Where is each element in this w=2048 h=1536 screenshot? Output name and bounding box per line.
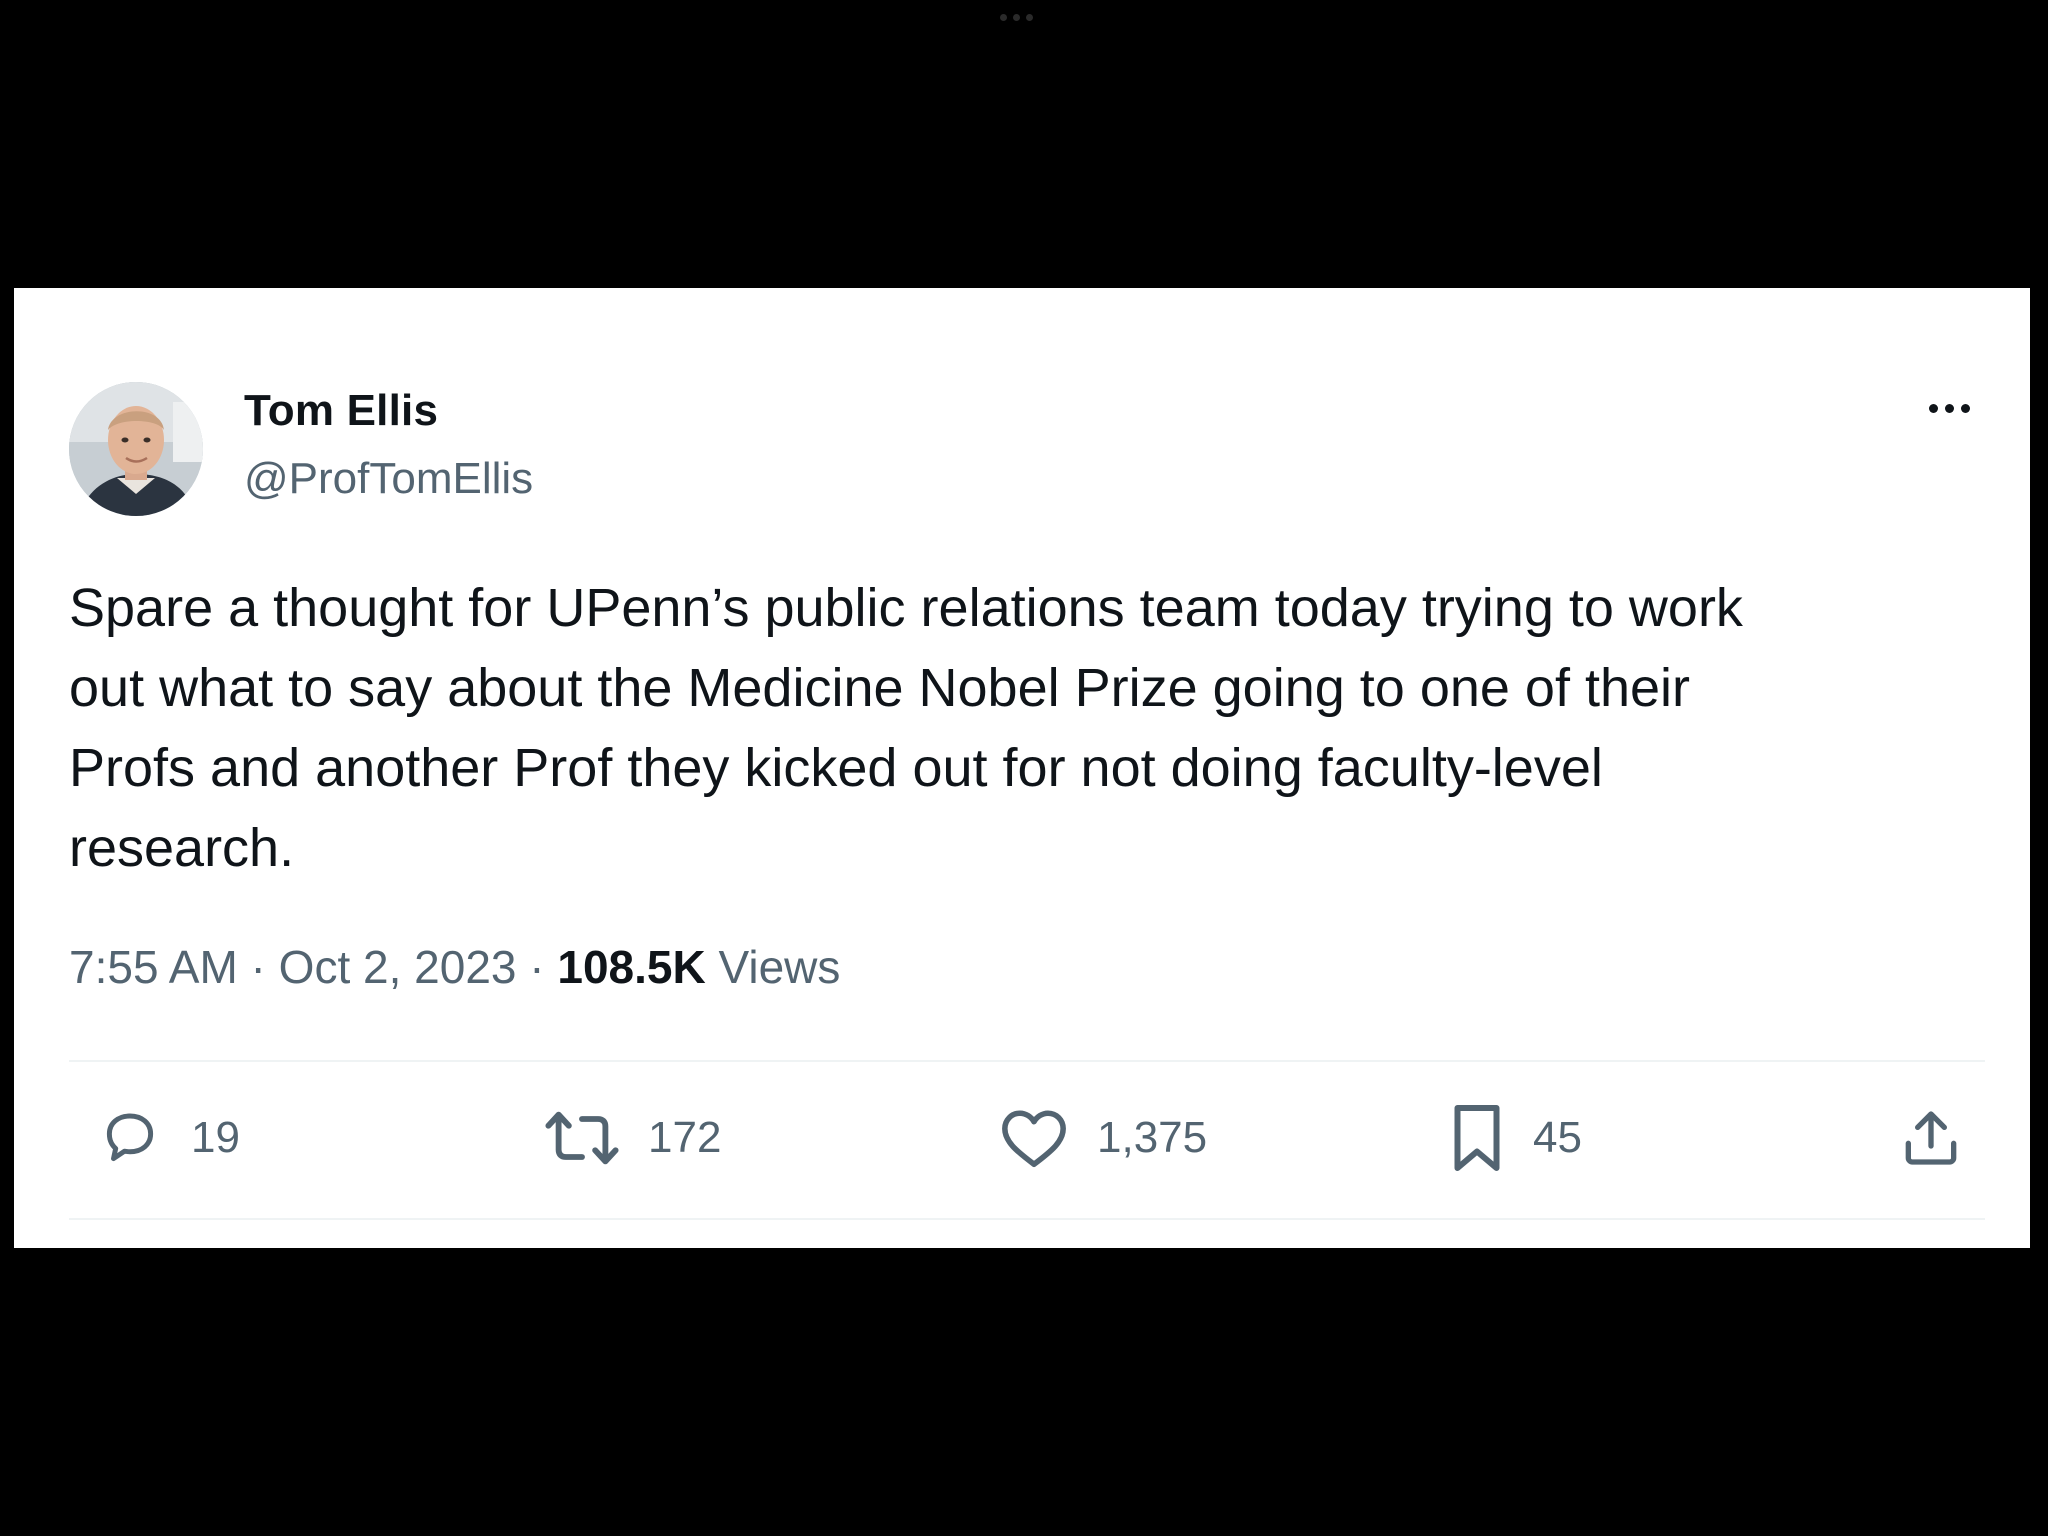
tweet-date[interactable]: Oct 2, 2023 bbox=[279, 941, 517, 993]
retweet-icon bbox=[545, 1111, 619, 1165]
meta-separator: · bbox=[516, 941, 558, 993]
reply-icon bbox=[106, 1113, 154, 1162]
tweet-text: Spare a thought for UPenn’s public relat… bbox=[69, 578, 1743, 878]
like-count: 1,375 bbox=[1097, 1113, 1208, 1162]
reply-button[interactable]: 19 bbox=[97, 1088, 240, 1188]
views-label: Views bbox=[705, 941, 841, 993]
author-handle[interactable]: @ProfTomEllis bbox=[244, 454, 533, 504]
share-icon bbox=[1905, 1111, 1957, 1165]
meta-separator: · bbox=[237, 941, 279, 993]
bookmark-button[interactable]: 45 bbox=[1449, 1088, 1582, 1188]
tweet-meta: 7:55 AM · Oct 2, 2023 · 108.5K Views bbox=[69, 940, 840, 994]
bookmark-count: 45 bbox=[1533, 1113, 1582, 1162]
tweet-card: Tom Ellis @ProfTomEllis Spare a thought … bbox=[14, 288, 2030, 1248]
retweet-count: 172 bbox=[648, 1113, 722, 1162]
author-name[interactable]: Tom Ellis bbox=[244, 386, 438, 436]
avatar-photo-icon bbox=[69, 382, 203, 516]
like-button[interactable]: 1,375 bbox=[999, 1088, 1207, 1188]
reply-count: 19 bbox=[191, 1113, 240, 1162]
divider bbox=[69, 1218, 1985, 1220]
heart-icon bbox=[1002, 1110, 1066, 1168]
more-options-icon[interactable] bbox=[1914, 388, 1984, 428]
share-button[interactable] bbox=[1899, 1088, 1963, 1188]
tweet-time[interactable]: 7:55 AM bbox=[69, 941, 238, 993]
window-handle-dots bbox=[1000, 14, 1033, 21]
views-count: 108.5K bbox=[557, 941, 706, 993]
tweet-actions: 19 172 1,375 45 bbox=[69, 1088, 1985, 1188]
avatar[interactable] bbox=[69, 382, 203, 516]
retweet-button[interactable]: 172 bbox=[544, 1088, 721, 1188]
bookmark-icon bbox=[1454, 1105, 1500, 1171]
divider bbox=[69, 1060, 1985, 1062]
